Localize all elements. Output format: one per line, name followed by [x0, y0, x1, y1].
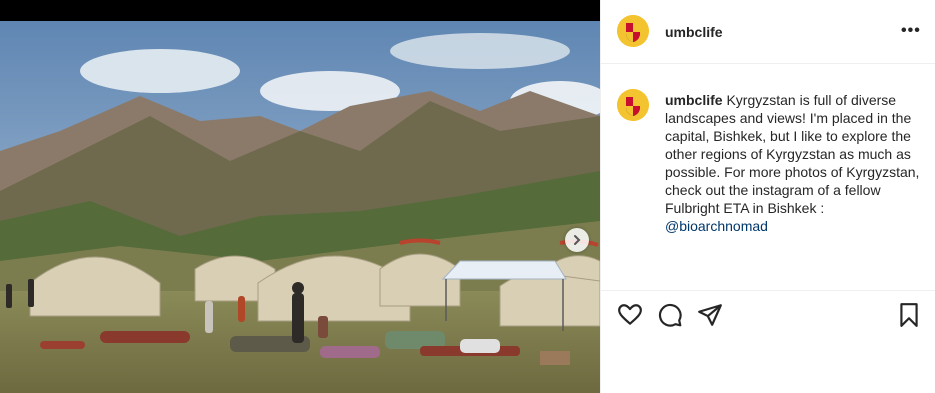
heart-icon[interactable]	[617, 302, 643, 328]
bookmark-icon[interactable]	[896, 302, 922, 328]
umbc-logo	[617, 89, 649, 121]
more-options-icon[interactable]: •••	[901, 22, 921, 40]
post-username[interactable]: umbclife	[665, 24, 723, 40]
comment-icon[interactable]	[657, 302, 683, 328]
post-actions	[601, 290, 935, 338]
caption-username[interactable]: umbclife	[665, 92, 723, 108]
avatar[interactable]	[617, 15, 649, 47]
post-header: umbclife •••	[601, 0, 935, 64]
caption-mention-link[interactable]: @bioarchnomad	[665, 218, 768, 234]
caption-text: Kyrgyzstan is full of diverse landscapes…	[665, 92, 920, 216]
photo-landscape	[0, 21, 600, 393]
next-photo-button[interactable]	[565, 228, 589, 252]
post-photo[interactable]	[0, 21, 600, 393]
umbc-logo	[617, 15, 649, 47]
paper-plane-icon[interactable]	[697, 302, 723, 328]
top-black-bar	[0, 0, 600, 21]
caption-avatar[interactable]	[617, 89, 649, 121]
post-sidebar: umbclife ••• umbclife Kyrgyzstan is full…	[600, 0, 935, 393]
chevron-right-icon	[574, 235, 581, 245]
post-caption: umbclife Kyrgyzstan is full of diverse l…	[665, 91, 921, 235]
